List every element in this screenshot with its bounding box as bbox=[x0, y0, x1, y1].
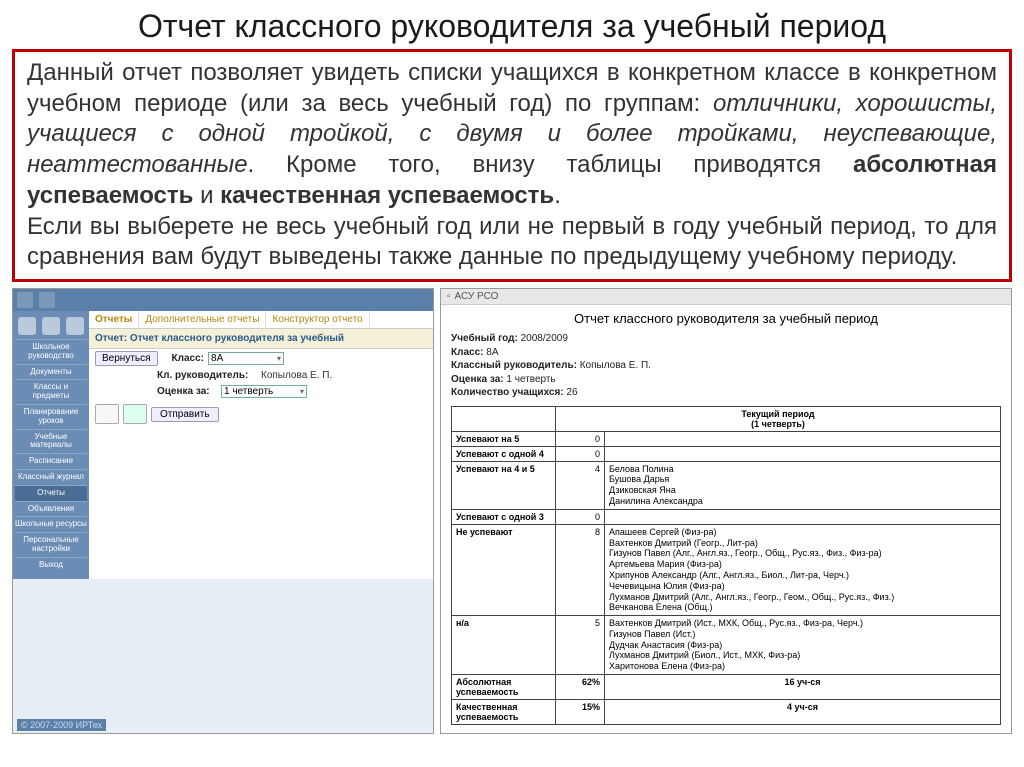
period-sub: (1 четверть) bbox=[751, 419, 805, 429]
row-label: Успевают с одной 4 bbox=[452, 446, 556, 461]
report-label: Отчет: bbox=[95, 333, 127, 344]
sidebar: Школьное руководствоДокументыКлассы и пр… bbox=[13, 311, 89, 579]
desc-period: . bbox=[554, 182, 561, 209]
report-window: ▫ АСУ РСО Отчет классного руководителя з… bbox=[440, 288, 1012, 734]
send-button[interactable]: Отправить bbox=[151, 407, 219, 422]
foot-pct: 15% bbox=[556, 700, 605, 725]
desc-and: и bbox=[193, 182, 220, 209]
sidebar-item[interactable]: Отчеты bbox=[15, 485, 87, 501]
app-header bbox=[13, 289, 433, 311]
grade-select[interactable]: 1 четверть bbox=[221, 385, 307, 398]
sidebar-item[interactable]: Выход bbox=[15, 557, 87, 573]
help-icon[interactable] bbox=[66, 317, 84, 335]
class-select[interactable]: 8А bbox=[208, 352, 284, 365]
report-window-title: ▫ АСУ РСО bbox=[441, 289, 1011, 305]
slide-title: Отчет классного руководителя за учебный … bbox=[0, 0, 1024, 49]
description-box: Данный отчет позволяет увидеть списки уч… bbox=[12, 49, 1012, 282]
meta-teacher-l: Классный руководитель: bbox=[451, 360, 577, 371]
desc-p2: Если вы выберете не весь учебный год или… bbox=[27, 213, 997, 271]
sidebar-item[interactable]: Школьное руководство bbox=[15, 339, 87, 364]
row-names: Апашеев Сергей (Физ-ра)Вахтенков Дмитрий… bbox=[605, 524, 1001, 615]
row-count: 0 bbox=[556, 431, 605, 446]
desc-text-2: . Кроме того, внизу таблицы приводятся bbox=[248, 151, 853, 178]
excel-icon[interactable] bbox=[123, 404, 147, 424]
form-area: Отчеты Дополнительные отчеты Конструктор… bbox=[89, 311, 433, 579]
grade-label: Оценка за: bbox=[157, 386, 217, 397]
sidebar-item[interactable]: Учебные материалы bbox=[15, 429, 87, 454]
teacher-label: Кл. руководитель: bbox=[157, 370, 257, 381]
period-header-text: Текущий период bbox=[741, 409, 814, 419]
row-names bbox=[605, 509, 1001, 524]
meta-grade-v: 1 четверть bbox=[506, 374, 555, 385]
row-label: н/а bbox=[452, 616, 556, 675]
sidebar-item[interactable]: Расписание bbox=[15, 453, 87, 469]
report-table: Текущий период (1 четверть) Успевают на … bbox=[451, 406, 1001, 726]
print-icon[interactable] bbox=[95, 404, 119, 424]
sidebar-item[interactable]: Школьные ресурсы bbox=[15, 516, 87, 532]
report-name: Отчет классного руководителя за учебный bbox=[130, 333, 344, 344]
sidebar-item[interactable]: Планирование уроков bbox=[15, 404, 87, 429]
foot-label: Качественная успеваемость bbox=[452, 700, 556, 725]
desc-bold-2: качественная успеваемость bbox=[220, 182, 554, 209]
class-label: Класс: bbox=[172, 353, 204, 364]
foot-pct: 62% bbox=[556, 675, 605, 700]
meta-count-v: 26 bbox=[566, 387, 577, 398]
header-icon bbox=[17, 292, 33, 308]
row-count: 5 bbox=[556, 616, 605, 675]
report-meta: Учебный год: 2008/2009 Класс: 8А Классны… bbox=[441, 332, 1011, 406]
period-header: Текущий период (1 четверть) bbox=[556, 406, 1001, 431]
sidebar-item[interactable]: Объявления bbox=[15, 501, 87, 517]
back-button[interactable]: Вернуться bbox=[95, 351, 158, 366]
meta-count-l: Количество учащихся: bbox=[451, 387, 564, 398]
row-count: 0 bbox=[556, 509, 605, 524]
meta-class-v: 8А bbox=[486, 347, 498, 358]
header-icon bbox=[39, 292, 55, 308]
row-names: Вахтенков Дмитрий (Ист., МХК, Общ., Рус.… bbox=[605, 616, 1001, 675]
meta-class-l: Класс: bbox=[451, 347, 483, 358]
row-names bbox=[605, 431, 1001, 446]
meta-year-l: Учебный год: bbox=[451, 333, 518, 344]
tab-constructor[interactable]: Конструктор отчето bbox=[266, 311, 369, 328]
foot-label: Абсолютная успеваемость bbox=[452, 675, 556, 700]
row-label: Не успевают bbox=[452, 524, 556, 615]
sidebar-item[interactable]: Персональные настройки bbox=[15, 532, 87, 557]
user-icon[interactable] bbox=[42, 317, 60, 335]
tab-extra-reports[interactable]: Дополнительные отчеты bbox=[139, 311, 266, 328]
home-icon[interactable] bbox=[18, 317, 36, 335]
sidebar-item[interactable]: Классный журнал bbox=[15, 469, 87, 485]
row-count: 0 bbox=[556, 446, 605, 461]
sidebar-item[interactable]: Документы bbox=[15, 364, 87, 380]
tabs: Отчеты Дополнительные отчеты Конструктор… bbox=[89, 311, 433, 329]
foot-val: 4 уч-ся bbox=[605, 700, 1001, 725]
row-names bbox=[605, 446, 1001, 461]
teacher-value: Копылова Е. П. bbox=[261, 370, 332, 381]
row-label: Успевают на 5 bbox=[452, 431, 556, 446]
app-window-left: Школьное руководствоДокументыКлассы и пр… bbox=[12, 288, 434, 734]
meta-year-v: 2008/2009 bbox=[521, 333, 568, 344]
report-title-bar: Отчет: Отчет классного руководителя за у… bbox=[89, 329, 433, 349]
row-count: 8 bbox=[556, 524, 605, 615]
row-label: Успевают с одной 3 bbox=[452, 509, 556, 524]
empty-header bbox=[452, 406, 556, 431]
meta-grade-l: Оценка за: bbox=[451, 374, 504, 385]
row-names: Белова ПолинаБушова ДарьяДзиковская ЯнаД… bbox=[605, 461, 1001, 509]
row-label: Успевают на 4 и 5 bbox=[452, 461, 556, 509]
copyright: © 2007-2009 ИРТех bbox=[17, 719, 106, 731]
row-count: 4 bbox=[556, 461, 605, 509]
window-label: АСУ РСО bbox=[455, 291, 499, 302]
foot-val: 16 уч-ся bbox=[605, 675, 1001, 700]
meta-teacher-v: Копылова Е. П. bbox=[580, 360, 651, 371]
sidebar-item[interactable]: Классы и предметы bbox=[15, 379, 87, 404]
report-title: Отчет классного руководителя за учебный … bbox=[441, 305, 1011, 332]
doc-icon: ▫ bbox=[447, 291, 451, 302]
tab-reports[interactable]: Отчеты bbox=[89, 311, 139, 328]
